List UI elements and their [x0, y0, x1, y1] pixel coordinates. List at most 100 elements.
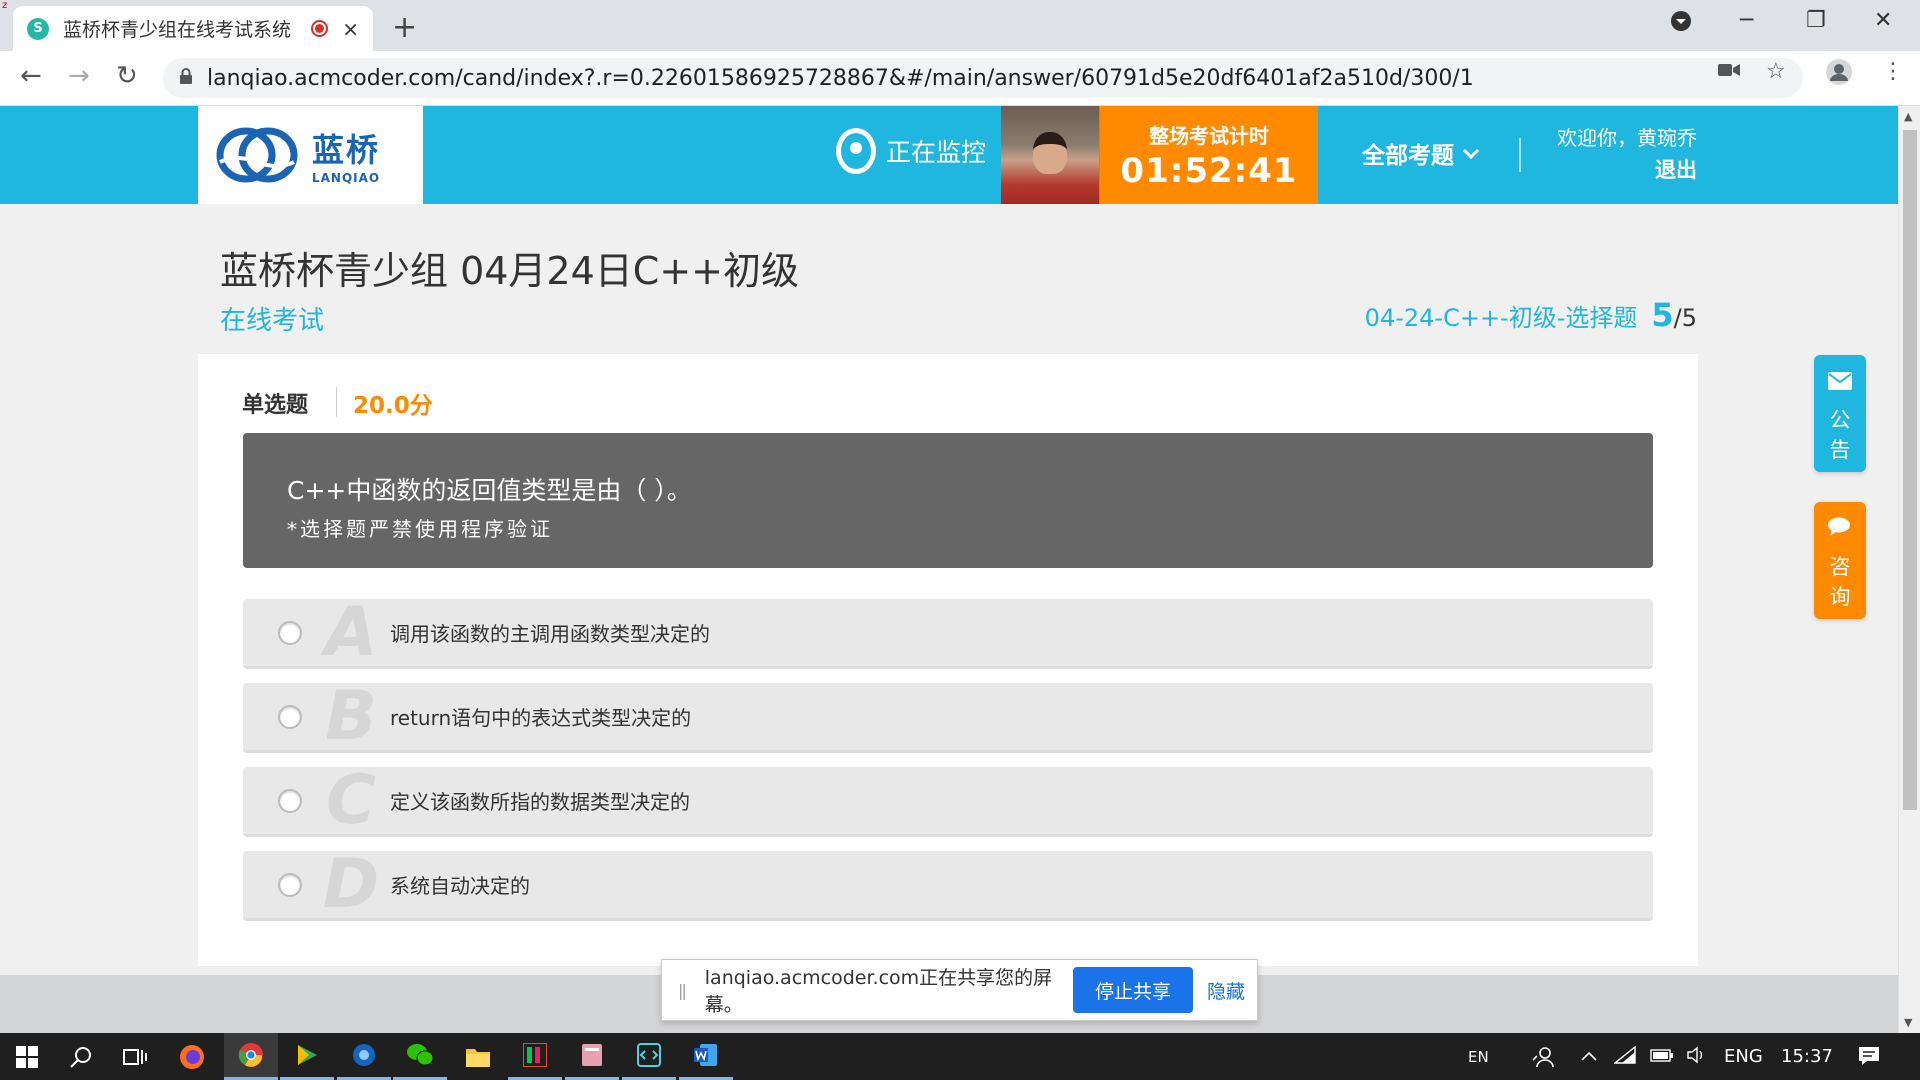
option-a-radio[interactable]	[278, 620, 302, 645]
type-score-divider	[336, 387, 337, 417]
site-favicon-icon: S	[27, 17, 49, 40]
welcome-text: 欢迎你，黄琬乔	[1557, 126, 1697, 150]
ide-icon[interactable]	[508, 1033, 562, 1080]
question-score: 20.0分	[353, 393, 433, 419]
option-c-radio[interactable]	[278, 788, 302, 813]
option-b-radio[interactable]	[278, 704, 302, 729]
all-questions-dropdown[interactable]: 全部考题	[1362, 136, 1480, 170]
exam-subtitle: 在线考试	[220, 306, 325, 336]
option-a[interactable]: A 调用该函数的主调用函数类型决定的	[243, 592, 1653, 672]
option-b-text: return语句中的表达式类型决定的	[390, 706, 692, 730]
profile-avatar-icon[interactable]	[1826, 59, 1852, 91]
file-explorer-icon[interactable]	[451, 1033, 505, 1080]
option-c[interactable]: C 定义该函数所指的数据类型决定的	[243, 760, 1653, 840]
notice-button[interactable]: 公 告	[1814, 355, 1866, 472]
wifi-icon[interactable]	[1613, 1045, 1636, 1069]
timer-value: 01:52:41	[1120, 151, 1298, 191]
ime-indicator[interactable]: EN	[1468, 1048, 1489, 1066]
search-icon[interactable]	[54, 1033, 108, 1080]
option-c-text: 定义该函数所指的数据类型决定的	[390, 790, 690, 814]
header-divider	[1519, 138, 1521, 172]
question-text: C++中函数的返回值类型是由（ ）。	[287, 476, 692, 505]
chat-bubble-icon	[1814, 516, 1866, 546]
minimize-button[interactable]: ─	[1740, 8, 1753, 33]
bookmark-star-icon[interactable]: ☆	[1766, 59, 1786, 84]
exam-title: 蓝桥杯青少组 04月24日C++初级	[220, 249, 800, 293]
question-note: *选择题严禁使用程序验证	[287, 517, 553, 541]
clock[interactable]: 15:37	[1781, 1046, 1833, 1067]
question-stem: C++中函数的返回值类型是由（ ）。 *选择题严禁使用程序验证	[243, 433, 1653, 568]
tab-close-icon[interactable]: ×	[342, 17, 359, 41]
notice-char-1: 公	[1829, 408, 1851, 432]
forward-button[interactable]: →	[68, 61, 90, 91]
logo-chinese-text: 蓝桥	[312, 131, 381, 169]
url-text[interactable]: lanqiao.acmcoder.com/cand/index?.r=0.226…	[207, 66, 1474, 91]
back-button[interactable]: ←	[20, 61, 42, 91]
drag-handle[interactable]: ||	[678, 981, 687, 1000]
menu-kebab-icon[interactable]: ⋮	[1882, 59, 1904, 84]
option-d-radio[interactable]	[278, 872, 302, 897]
lanqiao-logo: 蓝桥 LANQIAO	[198, 106, 423, 204]
notice-char-2: 告	[1829, 438, 1851, 462]
scroll-up-icon[interactable]: ▲	[1904, 110, 1912, 123]
lanqiao-logo-icon	[216, 126, 298, 184]
code-editor-icon[interactable]	[622, 1033, 676, 1080]
option-d[interactable]: D 系统自动决定的	[243, 844, 1653, 924]
question-type: 单选题	[242, 393, 309, 418]
logout-link[interactable]: 退出	[1557, 154, 1697, 186]
hide-link[interactable]: 隐藏	[1207, 977, 1245, 1004]
logo-english-text: LANQIAO	[312, 171, 381, 185]
people-icon[interactable]	[1532, 1046, 1554, 1073]
user-greeting: 欢迎你，黄琬乔 退出	[1557, 122, 1697, 186]
option-a-text: 调用该函数的主调用函数类型决定的	[390, 622, 710, 646]
page-scrollbar[interactable]: ▲ ▼	[1898, 106, 1920, 1033]
chrome-icon[interactable]	[224, 1033, 278, 1080]
webcam-preview	[1001, 106, 1099, 204]
section-name: 04-24-C++-初级-选择题	[1364, 304, 1638, 332]
option-a-letter: A	[324, 592, 378, 672]
consult-char-1: 咨	[1829, 555, 1851, 579]
task-view-icon[interactable]	[108, 1033, 162, 1080]
volume-icon[interactable]	[1686, 1046, 1708, 1069]
maximize-button[interactable]: ❐	[1806, 8, 1826, 33]
chevron-up-icon[interactable]	[1580, 1046, 1598, 1067]
tab-title: 蓝桥杯青少组在线考试系统	[63, 19, 292, 41]
new-tab-button[interactable]: +	[392, 10, 417, 45]
camera-in-use-icon[interactable]	[1718, 59, 1740, 84]
timer-label: 整场考试计时	[1149, 124, 1269, 148]
media-player-icon[interactable]	[280, 1033, 334, 1080]
battery-icon[interactable]	[1650, 1046, 1674, 1067]
option-d-letter: D	[322, 844, 380, 924]
word-icon[interactable]	[679, 1033, 733, 1080]
close-window-button[interactable]: ✕	[1874, 8, 1892, 33]
address-bar[interactable]: lanqiao.acmcoder.com/cand/index?.r=0.226…	[163, 58, 1803, 98]
envelope-icon	[1814, 369, 1866, 399]
share-message: lanqiao.acmcoder.com正在共享您的屏幕。	[704, 967, 1053, 1016]
app-blue-circle-icon[interactable]	[337, 1033, 391, 1080]
scroll-down-icon[interactable]: ▼	[1904, 1016, 1912, 1029]
browser-tab[interactable]: S 蓝桥杯青少组在线考试系统 ×	[13, 6, 373, 51]
wechat-icon[interactable]	[393, 1033, 447, 1080]
consult-char-2: 询	[1829, 585, 1851, 609]
option-b[interactable]: B return语句中的表达式类型决定的	[243, 681, 1653, 753]
windows-start-icon[interactable]	[0, 1033, 54, 1080]
document-app-icon[interactable]	[565, 1033, 619, 1080]
consult-button[interactable]: 咨 询	[1814, 502, 1866, 619]
browser-toolbar: ← → ↻ lanqiao.acmcoder.com/cand/index?.r…	[0, 51, 1920, 106]
question-panel: 单选题 20.0分 C++中函数的返回值类型是由（ ）。 *选择题严禁使用程序验…	[198, 354, 1698, 966]
section-progress: 04-24-C++-初级-选择题 5 /5	[1365, 296, 1697, 334]
lock-icon[interactable]	[179, 68, 193, 88]
language-indicator[interactable]: ENG	[1724, 1046, 1763, 1067]
current-question-number: 5	[1651, 296, 1674, 334]
stop-sharing-button[interactable]: 停止共享	[1072, 967, 1193, 1013]
notification-center-icon[interactable]	[1858, 1046, 1880, 1071]
chevron-down-icon	[1462, 141, 1480, 165]
tab-search-icon[interactable]	[1670, 10, 1692, 38]
all-questions-label: 全部考题	[1362, 143, 1454, 169]
firefox-icon[interactable]	[165, 1033, 219, 1080]
scroll-thumb[interactable]	[1903, 130, 1917, 810]
total-questions: /5	[1673, 304, 1697, 332]
reload-button[interactable]: ↻	[116, 61, 138, 91]
option-c-letter: C	[326, 760, 376, 840]
monitoring-status: 正在监控	[836, 128, 986, 174]
